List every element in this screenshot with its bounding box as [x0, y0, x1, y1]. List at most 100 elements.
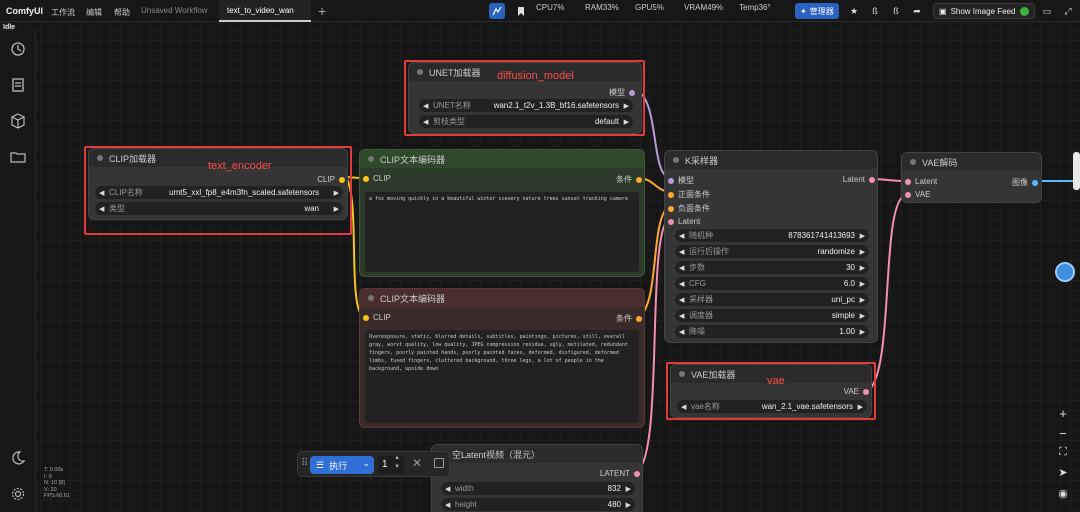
cfg-widget[interactable]: ◀ CFG 6.0 ▶: [675, 277, 869, 290]
input-negative[interactable]: 负面条件: [668, 203, 710, 214]
theme-moon-icon[interactable]: [10, 450, 26, 466]
ksampler-node[interactable]: K采样器 模型 正面条件 负面条件 Latent Latent ◀ 随机种 8783…: [664, 150, 878, 343]
arrow-left-icon[interactable]: ◀: [679, 328, 684, 336]
stop-square-icon[interactable]: [434, 458, 444, 468]
output-image[interactable]: 图像: [1012, 177, 1038, 188]
menu-edit[interactable]: 编辑: [86, 7, 102, 18]
positive-prompt-textarea[interactable]: a fox moving quickly in a beautiful wint…: [365, 192, 639, 272]
port-dot[interactable]: [636, 315, 642, 322]
monitor-icon[interactable]: [489, 3, 505, 19]
expand-icon[interactable]: ⤢: [1060, 3, 1076, 19]
input-vae[interactable]: VAE: [905, 190, 930, 199]
workflows-folder-icon[interactable]: [10, 149, 26, 165]
arrow-right-icon[interactable]: ▶: [626, 485, 631, 493]
port-dot[interactable]: [905, 191, 911, 198]
empty-latent-video-node[interactable]: 空Latent视频（混元） LATENT ◀ width 832 ▶ ◀ height 4…: [431, 444, 643, 512]
history-icon[interactable]: [10, 41, 26, 57]
port-dot[interactable]: [363, 314, 369, 321]
execute-button[interactable]: ☰ 执行 ⌄: [310, 456, 374, 474]
scheduler-widget[interactable]: ◀ 调度器 simple ▶: [675, 309, 869, 322]
input-model[interactable]: 模型: [668, 175, 694, 186]
star-icon[interactable]: ★: [846, 3, 862, 19]
port-dot[interactable]: [905, 178, 911, 185]
tab-text-to-video-wan[interactable]: text_to_video_wan: [219, 0, 311, 22]
output-conditioning[interactable]: 条件: [616, 174, 642, 185]
node-search-icon[interactable]: ß: [867, 3, 883, 19]
sampler-widget[interactable]: ◀ 采样器 uni_pc ▶: [675, 293, 869, 306]
app-logo[interactable]: ComfyUI: [6, 6, 43, 16]
output-latent[interactable]: LATENT: [600, 469, 640, 478]
output-conditioning[interactable]: 条件: [616, 313, 642, 324]
node-header[interactable]: CLIP文本编码器: [360, 289, 644, 307]
port-dot[interactable]: [668, 205, 674, 212]
input-samples[interactable]: Latent: [905, 177, 937, 186]
input-latent[interactable]: Latent: [668, 217, 700, 226]
collapse-dot-icon[interactable]: [910, 159, 916, 165]
share-icon[interactable]: ➦: [909, 3, 925, 19]
node-header[interactable]: 空Latent视频（混元）: [432, 445, 642, 463]
arrow-right-icon[interactable]: ▶: [860, 280, 865, 288]
port-dot[interactable]: [1032, 179, 1038, 186]
show-image-feed-button[interactable]: ▣ Show Image Feed: [933, 3, 1035, 19]
arrow-left-icon[interactable]: ◀: [679, 280, 684, 288]
queue-icon[interactable]: [10, 77, 26, 93]
port-dot[interactable]: [636, 176, 642, 183]
arrow-left-icon[interactable]: ◀: [445, 501, 450, 509]
width-widget[interactable]: ◀ width 832 ▶: [441, 482, 635, 495]
port-dot[interactable]: [668, 218, 674, 225]
zoom-out-icon[interactable]: −: [1055, 426, 1071, 442]
port-dot[interactable]: [634, 470, 640, 477]
node-header[interactable]: K采样器: [665, 151, 877, 169]
output-latent[interactable]: Latent: [843, 175, 875, 184]
arrow-left-icon[interactable]: ◀: [679, 248, 684, 256]
arrow-right-icon[interactable]: ▶: [860, 264, 865, 272]
select-pointer-icon[interactable]: ➤: [1055, 466, 1071, 482]
arrow-right-icon[interactable]: ▶: [860, 328, 865, 336]
arrow-left-icon[interactable]: ◀: [679, 232, 684, 240]
steps-widget[interactable]: ◀ 步数 30 ▶: [675, 261, 869, 274]
arrow-left-icon[interactable]: ◀: [679, 312, 684, 320]
clip-text-encode-negative-node[interactable]: CLIP文本编码器 CLIP 条件 Overexposure, static, …: [359, 288, 645, 428]
control-after-generate-widget[interactable]: ◀ 运行后操作 randomize ▶: [675, 245, 869, 258]
height-widget[interactable]: ◀ height 480 ▶: [441, 498, 635, 511]
tab-unsaved-workflow[interactable]: Unsaved Workflow: [133, 0, 216, 22]
vae-decode-node[interactable]: VAE解码 Latent VAE 图像: [901, 152, 1042, 203]
drag-handle-icon[interactable]: ⠿: [301, 458, 308, 469]
panel-icon[interactable]: ▭: [1039, 3, 1055, 19]
assistant-avatar-icon[interactable]: [1055, 262, 1075, 282]
stepper-up-icon[interactable]: ▲: [394, 455, 400, 461]
input-clip[interactable]: CLIP: [363, 313, 391, 322]
zoom-in-icon[interactable]: +: [1055, 406, 1071, 422]
denoise-widget[interactable]: ◀ 降噪 1.00 ▶: [675, 325, 869, 338]
port-dot[interactable]: [668, 191, 674, 198]
arrow-right-icon[interactable]: ▶: [860, 312, 865, 320]
new-tab-plus-icon[interactable]: +: [318, 3, 326, 19]
fit-view-icon[interactable]: ⛶: [1055, 446, 1071, 462]
chevron-down-icon[interactable]: ⌄: [362, 458, 370, 469]
collapse-dot-icon[interactable]: [368, 295, 374, 301]
arrow-right-icon[interactable]: ▶: [860, 296, 865, 304]
arrow-right-icon[interactable]: ▶: [860, 248, 865, 256]
menu-workflow[interactable]: 工作流: [51, 7, 75, 18]
model-library-icon[interactable]: [10, 113, 26, 129]
node-search-alt-icon[interactable]: ß: [888, 3, 904, 19]
toggle-links-eye-icon[interactable]: ◉: [1055, 487, 1071, 503]
input-positive[interactable]: 正面条件: [668, 189, 710, 200]
collapse-dot-icon[interactable]: [368, 156, 374, 162]
feed-toggle-icon[interactable]: [1019, 6, 1029, 16]
side-scroll-handle[interactable]: [1073, 152, 1080, 190]
port-dot[interactable]: [668, 177, 674, 184]
menu-help[interactable]: 帮助: [114, 7, 130, 18]
manager-button[interactable]: ✦ 管理器: [795, 3, 839, 19]
bookmark-icon[interactable]: [513, 3, 529, 19]
clip-text-encode-positive-node[interactable]: CLIP文本编码器 CLIP 条件 a fox moving quickly i…: [359, 149, 645, 277]
arrow-right-icon[interactable]: ▶: [626, 501, 631, 509]
collapse-dot-icon[interactable]: [673, 157, 679, 163]
settings-gear-icon[interactable]: [10, 486, 26, 502]
port-dot[interactable]: [363, 175, 369, 182]
arrow-left-icon[interactable]: ◀: [679, 264, 684, 272]
arrow-left-icon[interactable]: ◀: [445, 485, 450, 493]
batch-count-input[interactable]: 1: [378, 456, 404, 474]
port-dot[interactable]: [869, 176, 875, 183]
input-clip[interactable]: CLIP: [363, 174, 391, 183]
